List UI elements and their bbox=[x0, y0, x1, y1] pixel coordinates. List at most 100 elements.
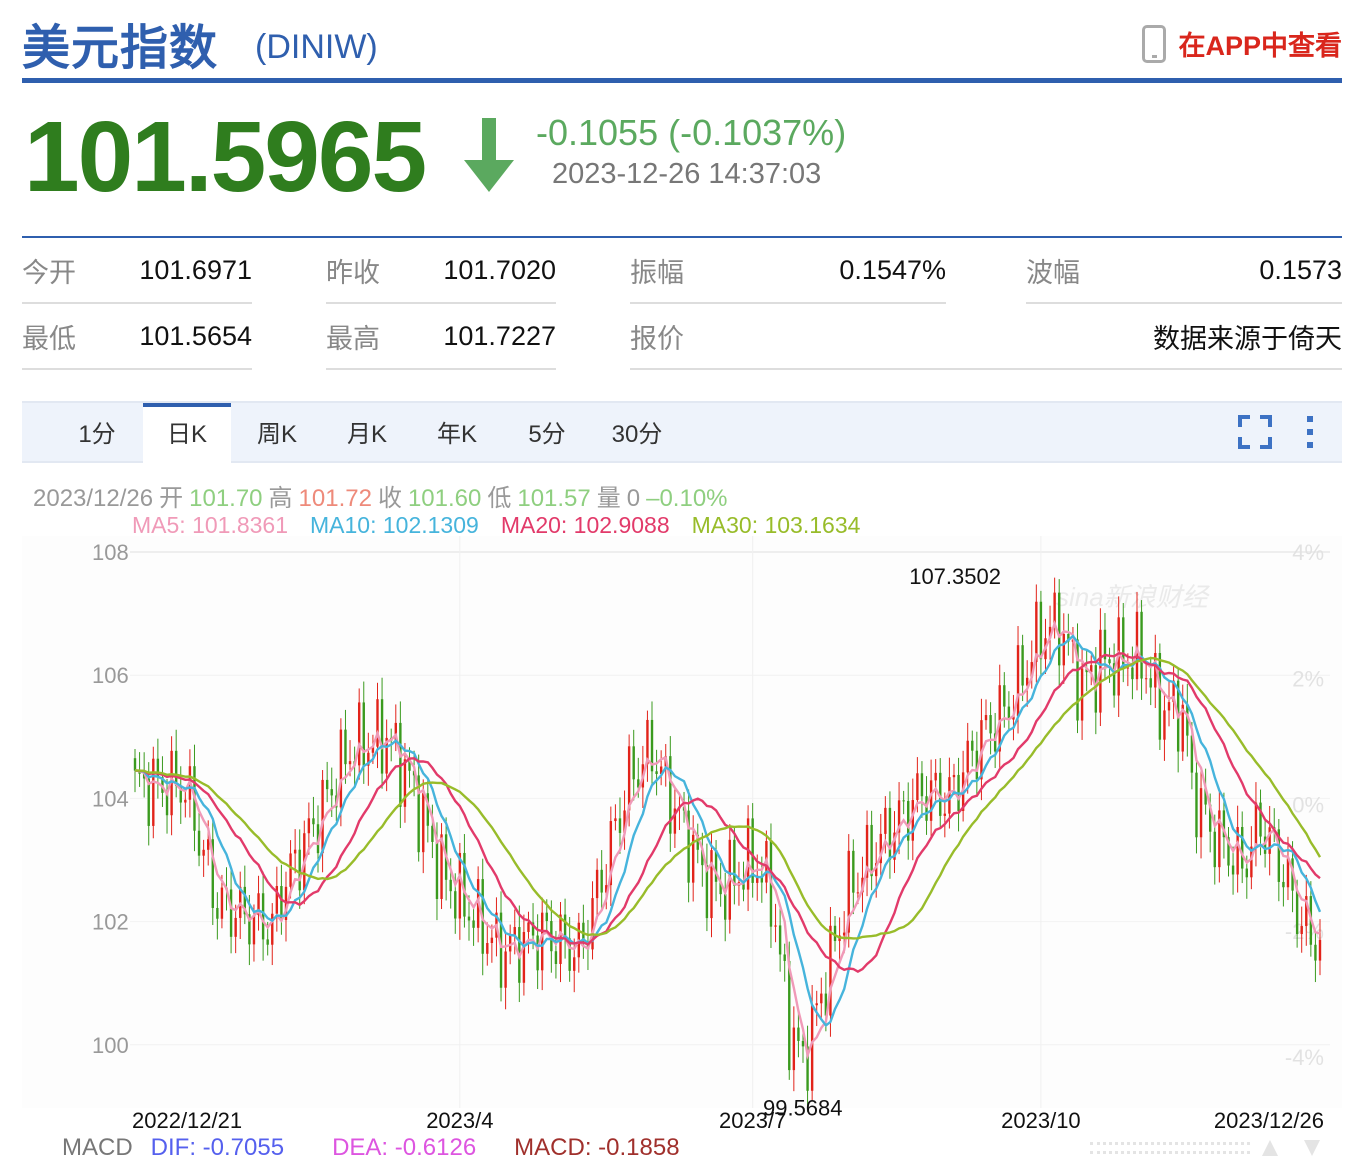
open-in-app-link[interactable]: 在APP中查看 bbox=[1142, 24, 1342, 63]
candle-body bbox=[1080, 668, 1084, 721]
candle-body bbox=[1144, 678, 1148, 680]
candle-body bbox=[1300, 926, 1303, 935]
candle-body bbox=[454, 891, 457, 919]
fullscreen-icon[interactable] bbox=[1238, 415, 1272, 449]
candle-body bbox=[220, 887, 224, 919]
stat-value: 101.7020 bbox=[443, 254, 556, 285]
candle-body bbox=[614, 818, 617, 822]
candle-body bbox=[870, 824, 873, 877]
data-source: 数据来源于倚天 bbox=[1153, 323, 1342, 354]
candle-body bbox=[595, 869, 599, 899]
candle-body bbox=[344, 729, 347, 765]
candle-body bbox=[1295, 890, 1299, 935]
candle-body bbox=[293, 849, 297, 854]
candle-body bbox=[298, 849, 301, 891]
phone-icon bbox=[1142, 24, 1167, 63]
candle-body bbox=[133, 758, 137, 771]
candle-body bbox=[705, 865, 709, 919]
tab-monthly-k[interactable]: 月K bbox=[332, 403, 402, 463]
high-value: 101.72 bbox=[298, 485, 372, 512]
candle-body bbox=[554, 951, 558, 964]
candle-body bbox=[724, 894, 727, 920]
candle-body bbox=[357, 702, 361, 766]
tab-yearly-k[interactable]: 年K bbox=[422, 403, 492, 463]
candle-body bbox=[632, 746, 635, 780]
candle-body bbox=[458, 852, 462, 919]
y-tick-label: 100 bbox=[92, 1033, 129, 1058]
stat-label: 报价 bbox=[630, 323, 684, 354]
right-tick-label: 0% bbox=[1292, 793, 1324, 818]
candle-body bbox=[1167, 702, 1171, 711]
ohlc-readout: 2023/12/26 开 101.70 高 101.72 收 101.60 低 101.57 量 0… bbox=[33, 478, 734, 513]
close-label: 收 bbox=[377, 485, 402, 512]
price-change: -0.1055 (-0.1037%) bbox=[536, 112, 847, 153]
low-label: 低 bbox=[487, 485, 512, 512]
stat-amplitude: 振幅 0.1547% bbox=[630, 238, 946, 304]
candle-body bbox=[1318, 939, 1322, 961]
pct-change: –0.10% bbox=[646, 485, 728, 512]
candle-body bbox=[1016, 645, 1020, 717]
candle-body bbox=[449, 879, 452, 892]
candle-body bbox=[252, 915, 256, 945]
candle-body bbox=[435, 841, 439, 899]
open-value: 101.70 bbox=[189, 485, 263, 512]
tab-5min[interactable]: 5分 bbox=[512, 403, 582, 463]
y-tick-label: 106 bbox=[92, 663, 129, 688]
stat-quote-source: 报价 数据来源于倚天 bbox=[630, 304, 1342, 370]
period-tabs: 1分 日K 周K 月K 年K 5分 30分 bbox=[22, 401, 1342, 465]
candle-body bbox=[966, 740, 969, 773]
candle-body bbox=[627, 746, 631, 811]
up-arrow-icon[interactable] bbox=[1262, 1140, 1278, 1156]
tab-daily-k[interactable]: 日K bbox=[143, 403, 231, 465]
ma-legend: MA5: 101.8361 MA10: 102.1309 MA20: 102.908… bbox=[132, 512, 866, 539]
right-tick-label: -4% bbox=[1285, 1045, 1324, 1070]
candle-body bbox=[1003, 685, 1006, 707]
candle-body bbox=[1021, 645, 1024, 686]
candle-body bbox=[380, 699, 384, 774]
candle-body bbox=[197, 830, 201, 856]
candle-body bbox=[943, 813, 947, 816]
page-title: 美元指数 bbox=[22, 20, 219, 76]
candle-body bbox=[1314, 944, 1317, 961]
candle-body bbox=[422, 793, 425, 853]
tab-1min[interactable]: 1分 bbox=[62, 403, 132, 463]
candle-body bbox=[266, 939, 269, 945]
candle-body bbox=[902, 800, 905, 802]
candle-body bbox=[321, 779, 324, 854]
candle-body bbox=[522, 931, 526, 983]
down-arrow-icon[interactable] bbox=[1304, 1140, 1320, 1156]
candle-body bbox=[216, 907, 219, 919]
arrow-down-icon bbox=[464, 118, 514, 192]
candle-body bbox=[289, 853, 292, 887]
candle-body bbox=[1058, 592, 1061, 666]
candle-body bbox=[1231, 865, 1235, 875]
tab-30min[interactable]: 30分 bbox=[602, 403, 672, 463]
candle-body bbox=[600, 869, 603, 893]
stat-label: 波幅 bbox=[1026, 257, 1080, 288]
candle-body bbox=[152, 758, 155, 826]
candle-body bbox=[856, 892, 860, 894]
candle-body bbox=[820, 993, 823, 1004]
candle-body bbox=[467, 916, 471, 921]
candle-body bbox=[490, 937, 494, 944]
volume-label: 量 bbox=[596, 485, 621, 512]
kline-chart[interactable]: 100 102 104 106 108 4% 2% 0% -2% -4% 2022/12/21 202… bbox=[0, 536, 1362, 1136]
x-tick-label: 2023/4 bbox=[426, 1108, 493, 1133]
candle-body bbox=[147, 778, 150, 826]
stat-label: 今开 bbox=[22, 257, 76, 288]
candle-body bbox=[1195, 772, 1198, 838]
stat-label: 昨收 bbox=[326, 257, 380, 288]
stat-value: 101.7227 bbox=[443, 320, 556, 351]
tab-weekly-k[interactable]: 周K bbox=[242, 403, 312, 463]
candle-body bbox=[202, 849, 205, 856]
macd-dif: DIF: -0.7055 bbox=[150, 1134, 285, 1161]
stat-label: 最高 bbox=[326, 323, 380, 354]
candle-body bbox=[504, 951, 507, 988]
more-menu-icon[interactable] bbox=[1302, 415, 1318, 449]
candle-body bbox=[1213, 831, 1216, 868]
candle-body bbox=[1062, 633, 1065, 666]
macd-scrollbar[interactable] bbox=[1090, 1142, 1250, 1154]
current-price: 101.5965 bbox=[24, 101, 427, 213]
candle-body bbox=[229, 889, 233, 937]
extreme-label: 107.3502 bbox=[909, 564, 1001, 589]
